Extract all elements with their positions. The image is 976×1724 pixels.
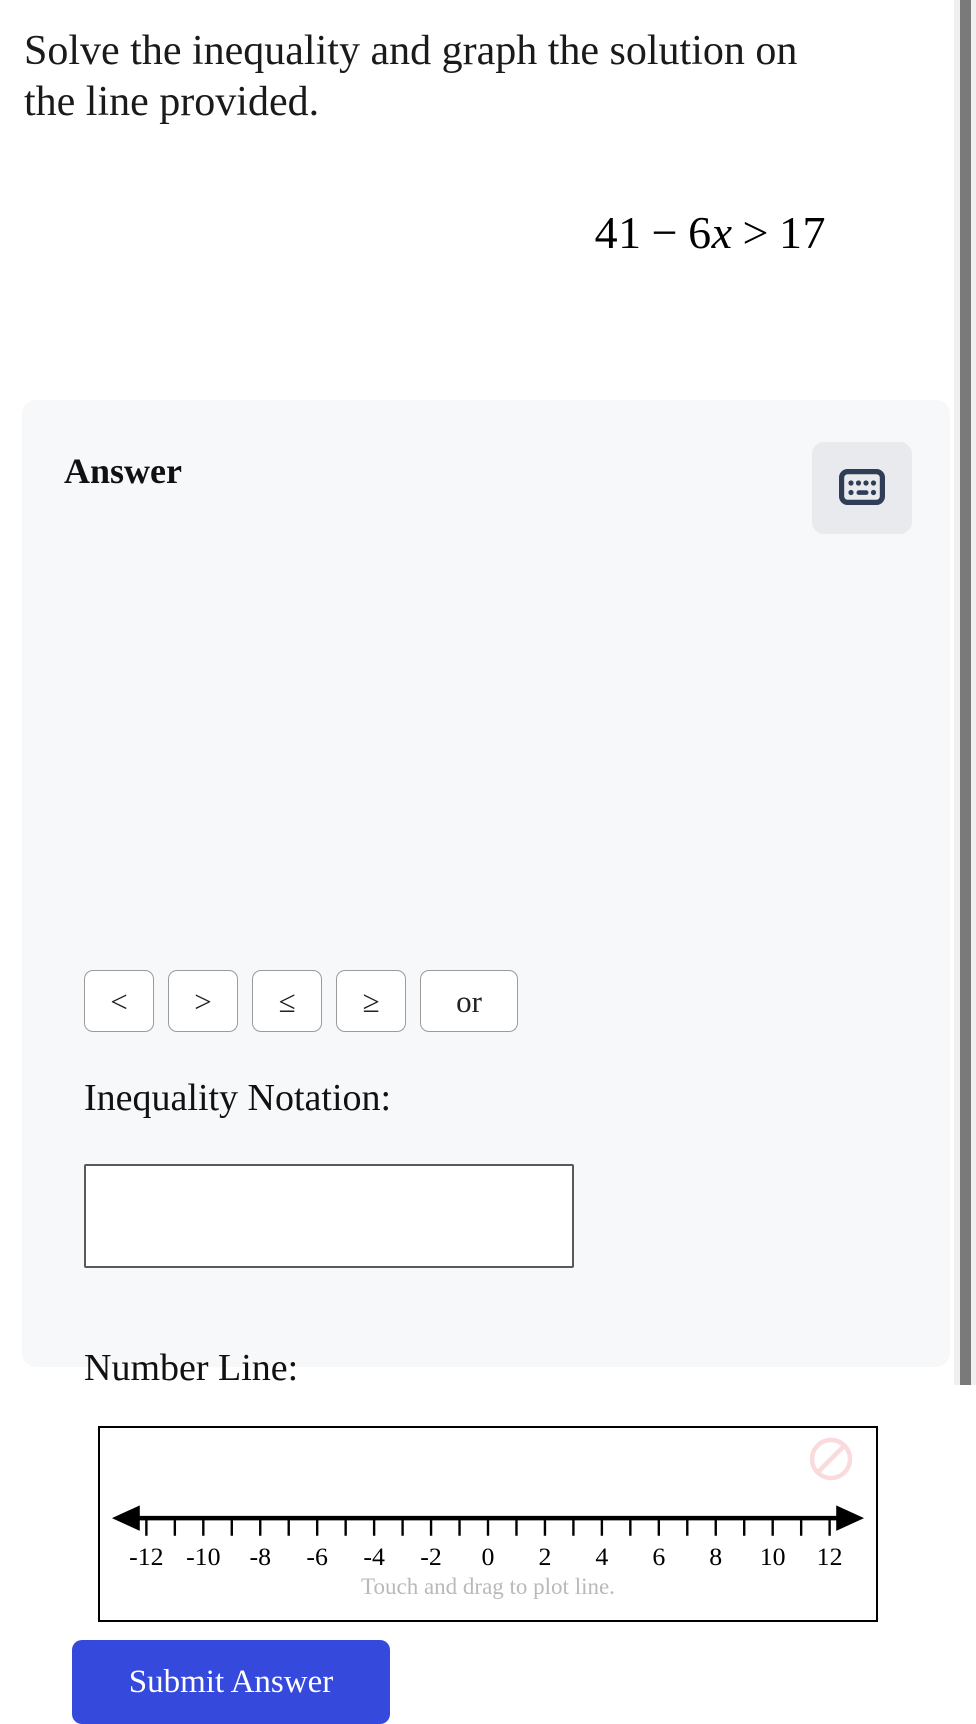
- svg-text:-6: -6: [306, 1542, 328, 1571]
- svg-text:-4: -4: [363, 1542, 385, 1571]
- svg-text:8: 8: [709, 1542, 722, 1571]
- scrollbar-track[interactable]: [954, 0, 976, 1385]
- operator-button-less-than-or-equal[interactable]: ≤: [252, 970, 322, 1032]
- answer-card: Answer < > ≤ ≥ or Inequality Notation: N…: [22, 400, 950, 1724]
- answer-title: Answer: [64, 451, 182, 491]
- svg-text:10: 10: [760, 1542, 786, 1571]
- operator-button-or[interactable]: or: [420, 970, 518, 1032]
- svg-text:12: 12: [817, 1542, 843, 1571]
- number-line-canvas[interactable]: -12 -10 -8 -6 -4 -2 0 2 4 6 8 10 12 Touch and drag t…: [98, 1426, 878, 1622]
- equation-row: 41−6x >17: [24, 206, 946, 302]
- operator-button-greater-than[interactable]: >: [168, 970, 238, 1032]
- equation-minus-sign: −: [651, 207, 679, 259]
- answer-header: Answer: [22, 400, 950, 534]
- equation-rhs-number: 17: [779, 207, 826, 259]
- svg-text:-8: -8: [249, 1542, 271, 1571]
- equation-variable: x: [711, 207, 733, 259]
- svg-text:-2: -2: [420, 1542, 442, 1571]
- svg-text:-12: -12: [129, 1542, 163, 1571]
- equation-relation: >: [742, 207, 769, 259]
- operator-palette: < > ≤ ≥ or: [84, 970, 518, 1032]
- svg-text:4: 4: [595, 1542, 608, 1571]
- inequality-notation-label: Inequality Notation:: [84, 1077, 392, 1119]
- svg-text:-10: -10: [186, 1542, 220, 1571]
- inequality-notation-input[interactable]: [84, 1164, 574, 1268]
- svg-text:2: 2: [538, 1542, 551, 1571]
- svg-text:0: 0: [482, 1542, 495, 1571]
- question-area: Solve the inequality and graph the solut…: [0, 0, 976, 303]
- svg-text:6: 6: [652, 1542, 665, 1571]
- scrollbar-thumb[interactable]: [960, 0, 971, 1385]
- keyboard-toggle-button[interactable]: [812, 442, 912, 534]
- equation-coefficient: 6: [688, 207, 712, 259]
- equation-lhs-number: 41: [594, 207, 642, 259]
- inequality-equation: 41−6x >17: [595, 207, 826, 258]
- operator-button-greater-than-or-equal[interactable]: ≥: [336, 970, 406, 1032]
- number-line-hint: Touch and drag to plot line.: [361, 1574, 615, 1599]
- operator-button-less-than[interactable]: <: [84, 970, 154, 1032]
- number-line-label: Number Line:: [84, 1347, 299, 1389]
- keyboard-icon: [838, 468, 885, 508]
- question-text: Solve the inequality and graph the solut…: [24, 28, 798, 126]
- submit-answer-button[interactable]: Submit Answer: [72, 1640, 390, 1724]
